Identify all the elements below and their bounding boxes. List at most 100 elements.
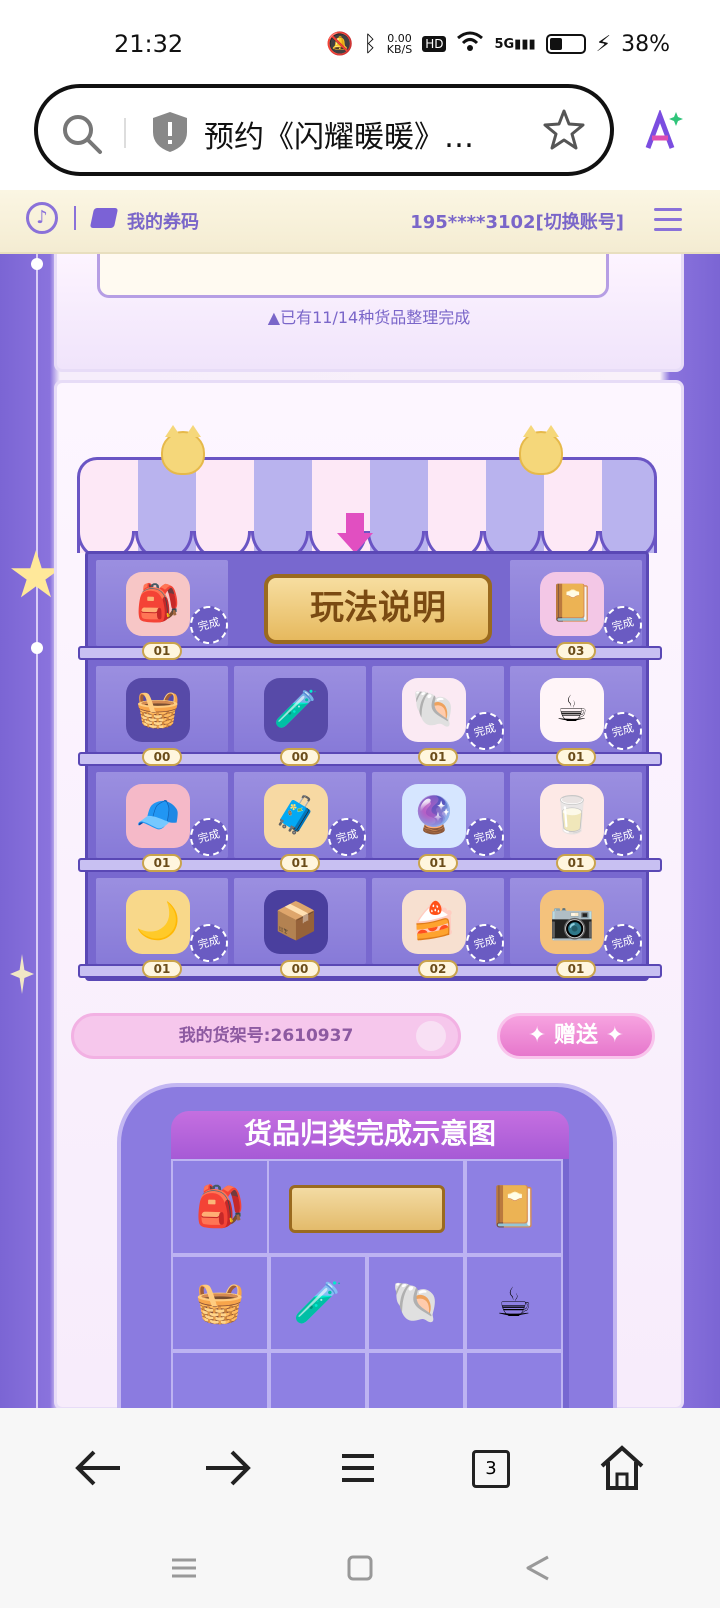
shelf-number: 我的货架号:2610937	[71, 1013, 461, 1059]
goods-item-icon[interactable]: 📔	[540, 572, 604, 636]
music-note-icon[interactable]: ♪	[26, 202, 58, 234]
search-icon[interactable]	[60, 112, 104, 160]
forward-arrow-icon[interactable]	[198, 1438, 258, 1498]
progress-text: ▲已有11/14种货品整理完成	[267, 308, 471, 327]
header-divider	[74, 206, 76, 230]
net-speed: 0.00 KB/S	[387, 33, 412, 55]
goods-item-icon[interactable]: 🥛	[540, 784, 604, 848]
diagram-slot	[269, 1351, 367, 1408]
shelf-number-text: 我的货架号:2610937	[178, 1026, 354, 1046]
site-header: ♪ 我的券码 195****3102[切换账号]	[0, 190, 720, 254]
network-type: 5G	[494, 36, 515, 52]
shelf-panel: 🎒 完成 01 玩法说明 📔 完成 03 🧺 00 🧪 00 🐚 完成 01 ☕ 完成 01 🧢 完成 01 🧳 完成 01…	[54, 380, 684, 1408]
goods-item-icon[interactable]: 🧢	[126, 784, 190, 848]
status-icons: 🔕 ᛒ 0.00 KB/S HD 5G▮▮▮ ⚡ 38%	[326, 30, 670, 58]
diagram-plaque	[289, 1185, 445, 1233]
recents-icon[interactable]	[166, 1550, 202, 1586]
diagram-item: 🧪	[269, 1255, 367, 1351]
bluetooth-icon: ᛒ	[363, 31, 377, 57]
item-count: 00	[280, 748, 320, 766]
back-arrow-icon[interactable]	[68, 1438, 128, 1498]
item-count: 01	[142, 960, 182, 978]
diagram-plaque-slot	[267, 1159, 465, 1255]
side-rail	[36, 254, 38, 1408]
diagram-slot	[465, 1351, 563, 1408]
ticket-icon	[89, 208, 119, 228]
item-count: 01	[142, 642, 182, 660]
diagram-slot	[367, 1351, 465, 1408]
item-count: 01	[142, 854, 182, 872]
gift-button[interactable]: ✦ 赠送 ✦	[497, 1013, 655, 1059]
shelf-row: 🧢 完成 01 🧳 完成 01 🔮 完成 01 🥛 完成 01	[78, 766, 662, 872]
item-count: 01	[280, 854, 320, 872]
copy-icon[interactable]	[416, 1021, 446, 1051]
account-switch-link[interactable]: 195****3102[切换账号]	[410, 208, 624, 234]
item-count: 02	[418, 960, 458, 978]
goods-item-icon[interactable]: 📷	[540, 890, 604, 954]
diagram-item: 🎒	[171, 1159, 269, 1255]
tabs-button[interactable]: 3	[460, 1438, 520, 1498]
web-content: ▲已有11/14种货品整理完成 🎒 完成 01 玩法说明 📔 完成 03 🧺 00 🧪 00 🐚 完成 0…	[0, 254, 720, 1408]
browser-toolbar: 3	[0, 1408, 720, 1528]
battery-icon	[545, 34, 586, 54]
shelf-row: 🌙 完成 01 📦 00 🍰 完成 02 📷 完成 01	[78, 872, 662, 978]
goods-item-icon[interactable]: 🧳	[264, 784, 328, 848]
item-count: 01	[556, 960, 596, 978]
diagram-item: 🐚	[367, 1255, 465, 1351]
sparkle-decoration	[10, 954, 34, 994]
rail-dot	[31, 642, 43, 654]
ai-assistant-icon[interactable]	[640, 108, 684, 158]
diagram-item: ☕	[465, 1255, 563, 1351]
shelf-row: 🎒 完成 01 玩法说明 📔 完成 03	[78, 554, 662, 660]
diagram-slot	[171, 1351, 269, 1408]
status-time: 21:32	[114, 30, 184, 58]
menu-lines-icon[interactable]	[328, 1438, 388, 1498]
item-count: 01	[418, 854, 458, 872]
menu-icon[interactable]	[654, 208, 682, 238]
cat-decoration	[519, 425, 563, 475]
shelf-row: 🧺 00 🧪 00 🐚 完成 01 ☕ 完成 01	[78, 660, 662, 766]
home-icon[interactable]	[592, 1438, 652, 1498]
my-coupons-link[interactable]: 我的券码	[127, 208, 199, 234]
address-bar[interactable]: 预约《闪耀暖暖》…	[34, 84, 614, 176]
back-triangle-icon[interactable]	[520, 1550, 556, 1586]
goods-item-icon[interactable]: 🎒	[126, 572, 190, 636]
goods-item-icon[interactable]: 📦	[264, 890, 328, 954]
home-square-icon[interactable]	[342, 1550, 378, 1586]
hd-icon: HD	[422, 36, 447, 52]
completion-diagram: 货品归类完成示意图 🎒 📔 🧺 🧪 🐚 ☕	[117, 1083, 617, 1408]
diagram-item: 📔	[465, 1159, 563, 1255]
goods-item-icon[interactable]: ☕	[540, 678, 604, 742]
status-bar: 21:32 🔕 ᛒ 0.00 KB/S HD 5G▮▮▮ ⚡ 38%	[0, 0, 720, 84]
bookmark-star-icon[interactable]	[542, 108, 586, 156]
goods-item-icon[interactable]: 🌙	[126, 890, 190, 954]
wifi-icon	[456, 30, 484, 58]
rail-dot	[31, 258, 43, 270]
goods-item-icon[interactable]: 🧺	[126, 678, 190, 742]
diagram-title: 货品归类完成示意图	[171, 1111, 569, 1159]
charging-icon: ⚡	[595, 31, 612, 57]
cat-decoration	[161, 425, 205, 475]
system-nav-bar	[0, 1528, 720, 1608]
goods-item-icon[interactable]: 🧪	[264, 678, 328, 742]
address-separator	[124, 118, 126, 148]
battery-fill	[549, 38, 562, 50]
tab-count: 3	[472, 1450, 510, 1488]
goods-item-icon[interactable]: 🐚	[402, 678, 466, 742]
item-count: 01	[556, 854, 596, 872]
item-count: 03	[556, 642, 596, 660]
goods-shelf: 🎒 完成 01 玩法说明 📔 完成 03 🧺 00 🧪 00 🐚 完成 01 ☕ 完成 01 🧢 完成 01 🧳 完成 01…	[78, 551, 662, 981]
item-count: 01	[556, 748, 596, 766]
item-count: 00	[280, 960, 320, 978]
diagram-grid: 🎒 📔 🧺 🧪 🐚 ☕	[171, 1159, 569, 1408]
goods-item-icon[interactable]: 🔮	[402, 784, 466, 848]
diagram-item: 🧺	[171, 1255, 269, 1351]
page-title[interactable]: 预约《闪耀暖暖》…	[204, 112, 494, 156]
item-count: 01	[418, 748, 458, 766]
shield-icon[interactable]	[150, 110, 190, 158]
goods-item-icon[interactable]: 🍰	[402, 890, 466, 954]
signal-icon: 5G▮▮▮	[494, 36, 536, 52]
how-to-play-button[interactable]: 玩法说明	[264, 574, 492, 644]
mute-icon: 🔕	[326, 31, 354, 57]
task-panel: ▲已有11/14种货品整理完成	[54, 254, 684, 372]
